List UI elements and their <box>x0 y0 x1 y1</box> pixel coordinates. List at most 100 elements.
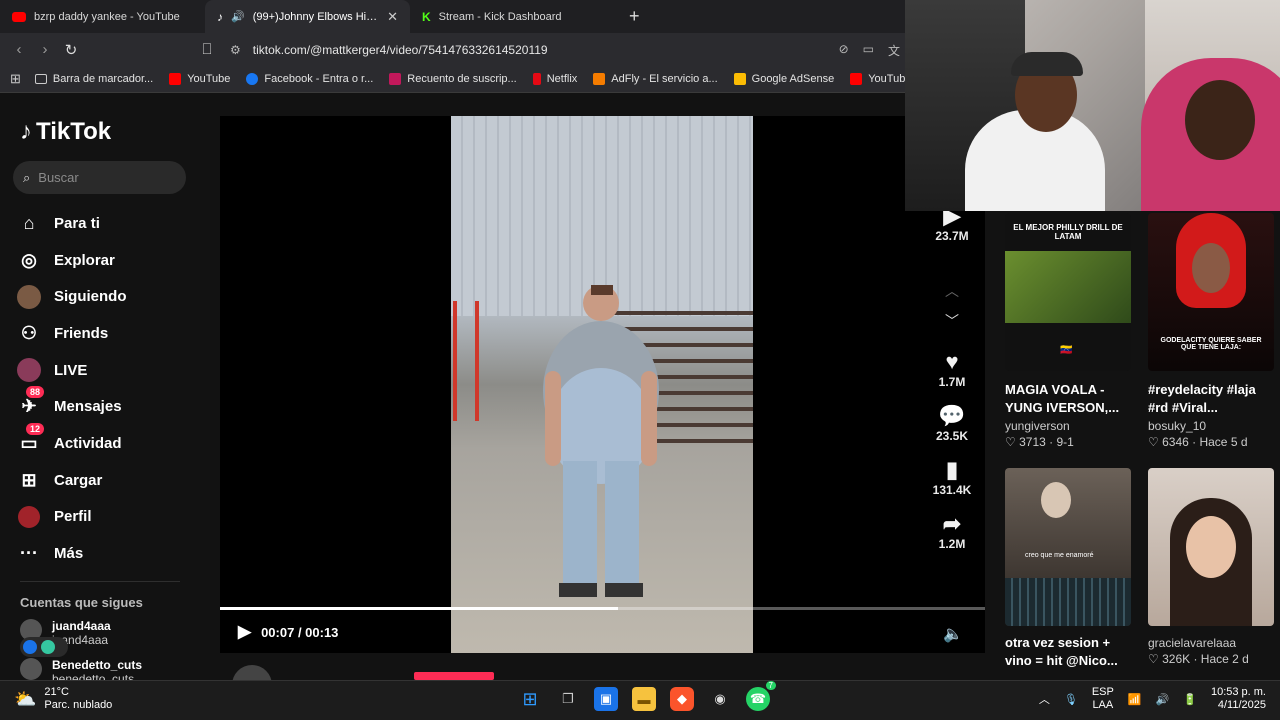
screen-icon[interactable]: ▭ <box>863 42 874 59</box>
bookmark-icon: ▮ <box>945 457 959 482</box>
clock[interactable]: 10:53 p. m. 4/11/2025 <box>1211 686 1266 712</box>
tab-kick[interactable]: K Stream - Kick Dashboard <box>410 0 615 33</box>
recommended-video-card[interactable]: gracielavarelaaa ♡ 326K · Hace 2 d <box>1148 468 1274 666</box>
bookmark-item[interactable]: YouTube <box>169 73 230 85</box>
tab-tiktok[interactable]: ♪ 🔊 (99+)Johnny Elbows High Five ✕ <box>205 0 410 33</box>
share-icon: ➦ <box>942 511 962 536</box>
windows-taskbar: ⛅ 21°C Parc. nublado ⊞ ❐ ▣ ▬ ◆ ◉ ☎ 7 ︿ 🎙 E… <box>0 680 1280 720</box>
sidebar-item-friends[interactable]: ⚇ Friends <box>16 315 127 352</box>
adsense-icon <box>733 73 746 85</box>
whatsapp-icon[interactable]: ☎ 7 <box>746 681 776 711</box>
bookmark-item[interactable]: AdFly - El servicio a... <box>593 73 718 85</box>
taskbar-apps: ⊞ ❐ ▣ ▬ ◆ ◉ ☎ 7 <box>518 681 776 711</box>
speaker-icon[interactable]: 🔊 <box>1156 693 1170 706</box>
youtube-icon <box>12 11 26 22</box>
sidebar-item-explorar[interactable]: ◎ Explorar <box>16 242 127 279</box>
avatar <box>20 658 42 680</box>
obs-icon[interactable]: ◉ <box>708 687 732 711</box>
cast-icon[interactable]: ⊘ <box>839 42 849 59</box>
video-controls: ▶ 00:07 / 00:13 <box>238 622 338 642</box>
site-info-icon[interactable]: ⚙ <box>230 43 241 57</box>
file-explorer-icon[interactable]: ▬ <box>632 687 656 711</box>
task-view-icon[interactable]: ❐ <box>556 687 580 711</box>
live-icon <box>16 357 42 383</box>
bookmark-page-icon[interactable]: ⎕ <box>194 41 220 58</box>
sidebar-item-live[interactable]: LIVE <box>16 352 127 389</box>
battery-icon[interactable]: 🔋 <box>1183 693 1197 706</box>
home-icon: ⌂ <box>23 212 35 233</box>
url-text: tiktok.com/@mattkerger4/video/7541476332… <box>252 43 548 57</box>
apps-grid-icon[interactable]: ⊞ <box>10 71 21 87</box>
bookmark-item[interactable]: Google AdSense <box>733 73 834 85</box>
tray-overflow-icon[interactable]: ︿ <box>1039 691 1050 707</box>
youtube-icon <box>169 73 182 85</box>
weather-widget[interactable]: ⛅ 21°C Parc. nublado <box>14 686 112 712</box>
activity-badge: 12 <box>26 423 45 436</box>
tiktok-icon: ♪ <box>217 9 223 24</box>
follow-button[interactable] <box>414 672 494 680</box>
sidebar-item-perfil[interactable]: Perfil <box>16 499 127 536</box>
video-frame[interactable] <box>451 116 753 653</box>
sidebar-item-mas[interactable]: ··· Más <box>16 535 127 572</box>
previous-video-icon[interactable]: ︿ <box>926 281 978 301</box>
close-tab-icon[interactable]: ✕ <box>387 9 398 25</box>
recommended-video-card[interactable]: creo que me enamoré otra vez sesion + vi… <box>1005 468 1131 670</box>
bookmark-item[interactable]: Barra de marcador... <box>34 73 153 85</box>
friends-icon: ⚇ <box>20 322 38 343</box>
following-section-title: Cuentas que sigues <box>20 595 143 610</box>
kick-icon: K <box>422 9 431 24</box>
brave-browser-icon[interactable]: ◆ <box>670 687 694 711</box>
bookmark-button[interactable]: ▮ 131.4K <box>926 457 978 497</box>
windows-start-icon[interactable]: ⊞ <box>518 687 542 711</box>
recommended-video-card[interactable]: GODELACITY QUIERE SABER QUE TIENE LAJA: … <box>1148 213 1274 449</box>
floating-widget-icon[interactable] <box>20 637 68 657</box>
new-tab-icon[interactable]: + <box>629 6 640 27</box>
bookmark-item[interactable]: Recuento de suscrip... <box>389 73 517 85</box>
video-progress-bar[interactable] <box>220 607 985 610</box>
bookmark-item[interactable]: Facebook - Entra o r... <box>246 73 373 85</box>
video-likes-date: ♡ 326K · Hace 2 d <box>1148 652 1249 666</box>
tiktok-logo[interactable]: ♪ TikTok <box>20 118 111 146</box>
sidebar-item-siguiendo[interactable]: Siguiendo <box>16 278 127 315</box>
profile-icon <box>16 504 42 530</box>
comment-button[interactable]: 💬 23.5K <box>926 403 978 443</box>
webcam-overlay <box>905 0 1280 211</box>
like-button[interactable]: ♥ 1.7M <box>926 349 978 389</box>
whatsapp-badge: 7 <box>765 681 776 690</box>
microphone-icon[interactable]: 🎙 <box>1064 693 1078 706</box>
adfly-icon <box>593 73 606 85</box>
sidebar-menu: ⌂ Para ti ◎ Explorar Siguiendo ⚇ Friends LI… <box>16 205 127 572</box>
weather-icon: ⛅ <box>14 688 37 709</box>
tab-youtube[interactable]: bzrp daddy yankee - YouTube <box>0 0 205 33</box>
subscriber-count-icon <box>389 73 402 85</box>
youtube-icon <box>850 73 863 85</box>
volume-icon[interactable]: 🔈 <box>943 624 963 644</box>
search-input[interactable]: ⌕ Buscar <box>13 161 186 194</box>
video-likes-date: ♡ 6346 · Hace 5 d <box>1148 435 1248 449</box>
share-button[interactable]: ➦ 1.2M <box>926 511 978 551</box>
url-field[interactable]: ⚙ tiktok.com/@mattkerger4/video/75414763… <box>222 37 912 63</box>
language-indicator[interactable]: ESP LAA <box>1092 686 1114 712</box>
bookmark-item[interactable]: Netflix <box>532 73 577 85</box>
tiktok-note-icon: ♪ <box>20 118 32 145</box>
store-icon[interactable]: ▣ <box>594 687 618 711</box>
sidebar-item-mensajes[interactable]: ✈ 88 Mensajes <box>16 386 127 425</box>
video-ladder <box>453 301 479 421</box>
wifi-icon[interactable]: 📶 <box>1128 693 1142 706</box>
sidebar-item-para-ti[interactable]: ⌂ Para ti <box>16 205 127 242</box>
play-icon[interactable]: ▶ <box>238 622 251 642</box>
following-avatar-icon <box>16 284 42 310</box>
next-video-icon[interactable]: ﹀ <box>926 311 978 331</box>
forward-icon[interactable]: › <box>32 41 58 58</box>
folder-icon <box>34 74 47 84</box>
video-player[interactable]: ▶ 00:07 / 00:13 🔈 <box>220 116 985 653</box>
translate-icon[interactable]: 文 <box>888 42 900 59</box>
facebook-icon <box>246 73 259 85</box>
recommended-video-card[interactable]: EL MEJOR PHILLY DRILL DE LATAM 🇻🇪 MAGIA … <box>1005 213 1131 449</box>
tab-label: (99+)Johnny Elbows High Five <box>252 10 379 23</box>
speaker-icon[interactable]: 🔊 <box>231 10 245 23</box>
sidebar-item-actividad[interactable]: ▭ 12 Actividad <box>16 423 127 462</box>
back-icon[interactable]: ‹ <box>6 41 32 58</box>
sidebar-item-cargar[interactable]: ⊞ Cargar <box>16 462 127 499</box>
reload-icon[interactable]: ↻ <box>58 41 84 59</box>
